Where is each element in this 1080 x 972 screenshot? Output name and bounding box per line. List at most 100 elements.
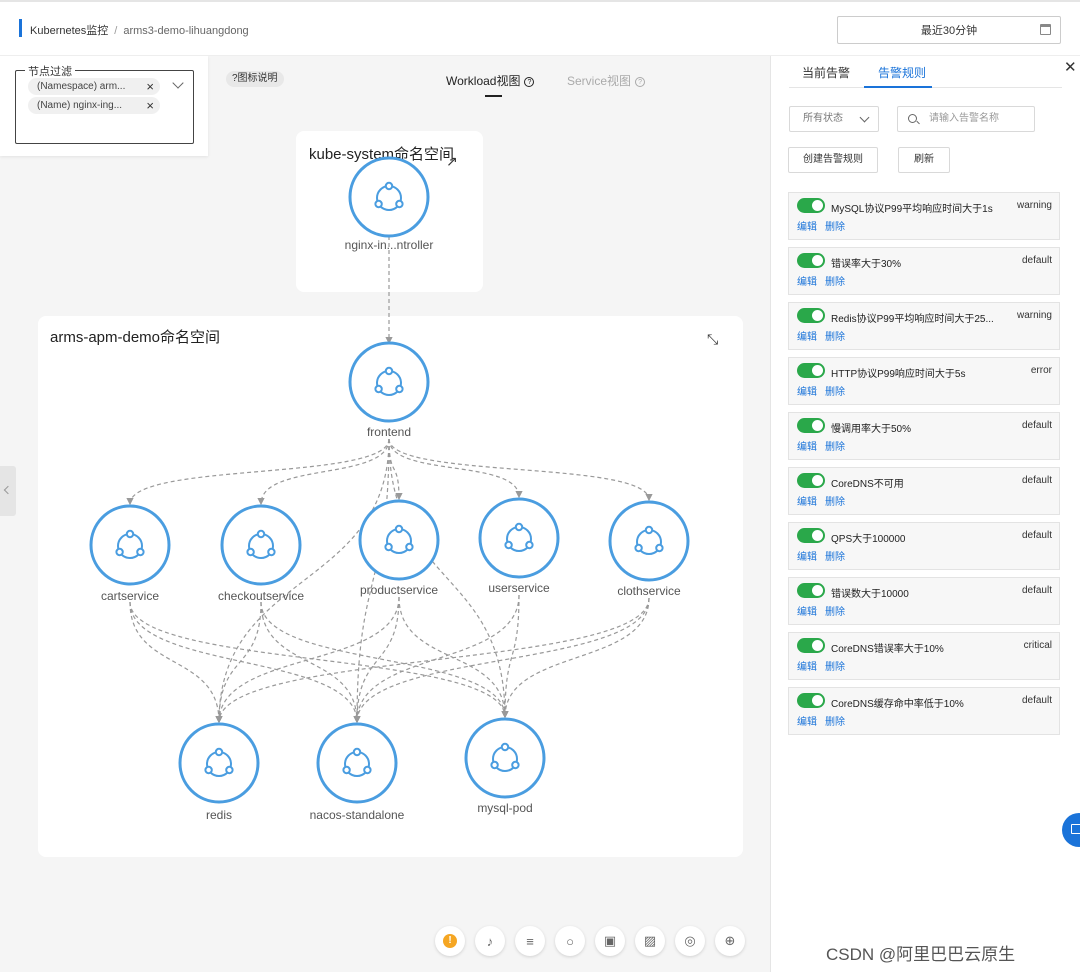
edit-link[interactable]: 编辑	[797, 328, 817, 343]
breadcrumb-separator: /	[114, 25, 118, 37]
delete-link[interactable]: 删除	[825, 273, 845, 288]
delete-link[interactable]: 删除	[825, 713, 845, 728]
node-mysql[interactable]: mysql-pod	[464, 717, 546, 815]
time-range-picker[interactable]: 最近30分钟	[837, 16, 1061, 44]
node-redis[interactable]: redis	[178, 722, 260, 822]
alert-icon[interactable]: !	[435, 926, 465, 956]
node-user[interactable]: userservice	[478, 497, 560, 595]
node-circle[interactable]	[608, 500, 690, 582]
edge-cloth-mysql	[501, 597, 650, 719]
rule-enable-toggle[interactable]	[797, 198, 825, 213]
edge-cart-redis	[129, 601, 223, 724]
edge-user-nacos	[353, 594, 520, 724]
edge-product-nacos	[353, 596, 400, 724]
delete-link[interactable]: 删除	[825, 218, 845, 233]
edge-user-mysql	[501, 594, 520, 719]
delete-link[interactable]: 删除	[825, 383, 845, 398]
edge-cart-mysql	[129, 601, 509, 719]
alert-search-input[interactable]: 请输入告警名称	[897, 106, 1035, 132]
node-label: redis	[206, 808, 232, 822]
node-circle[interactable]	[478, 497, 560, 579]
node-label: clothservice	[617, 584, 681, 598]
rule-name: QPS大于100000	[831, 534, 906, 545]
delete-link[interactable]: 删除	[825, 328, 845, 343]
rule-name: 错误率大于30%	[831, 259, 902, 270]
delete-link[interactable]: 删除	[825, 493, 845, 508]
node-label: checkoutservice	[218, 589, 304, 603]
node-nacos[interactable]: nacos-standalone	[310, 722, 405, 822]
delete-link[interactable]: 删除	[825, 658, 845, 673]
topology-canvas[interactable]: 节点过滤 (Namespace) arm... × (Name) nginx-in…	[0, 56, 770, 972]
export-icon[interactable]: ▨	[635, 926, 665, 956]
edit-link[interactable]: 编辑	[797, 273, 817, 288]
edit-link[interactable]: 编辑	[797, 548, 817, 563]
node-circle[interactable]	[220, 504, 302, 586]
compass-icon[interactable]: ◎	[675, 926, 705, 956]
edge-checkout-redis	[215, 601, 262, 724]
image-icon[interactable]: ▣	[595, 926, 625, 956]
rule-level: default	[1021, 695, 1052, 706]
node-circle[interactable]	[464, 717, 546, 799]
search-placeholder: 请输入告警名称	[929, 113, 999, 124]
alert-rule-item: 错误数大于10000 default 编辑 删除	[788, 577, 1060, 625]
rule-enable-toggle[interactable]	[797, 693, 825, 708]
node-product[interactable]: productservice	[358, 499, 440, 597]
edge-product-redis	[215, 596, 400, 724]
rule-enable-toggle[interactable]	[797, 583, 825, 598]
node-circle[interactable]	[348, 341, 430, 423]
topology-graph: nginx-in...ntroller frontend cartservice ch…	[89, 156, 690, 822]
edit-link[interactable]: 编辑	[797, 493, 817, 508]
alert-rule-item: Redis协议P99平均响应时间大于25... warning 编辑 删除	[788, 302, 1060, 350]
status-select[interactable]: 所有状态	[789, 106, 879, 132]
edit-link[interactable]: 编辑	[797, 713, 817, 728]
list-icon[interactable]: ≡	[515, 926, 545, 956]
tab-current-alerts[interactable]: 当前告警	[802, 64, 850, 81]
node-cloth[interactable]: clothservice	[608, 500, 690, 598]
rule-level: error	[1030, 365, 1052, 376]
delete-link[interactable]: 删除	[825, 548, 845, 563]
delete-link[interactable]: 删除	[825, 438, 845, 453]
alert-rule-item: MySQL协议P99平均响应时间大于1s warning 编辑 删除	[788, 192, 1060, 240]
edit-link[interactable]: 编辑	[797, 218, 817, 233]
node-cart[interactable]: cartservice	[89, 504, 171, 603]
rule-level: default	[1021, 475, 1052, 486]
node-circle[interactable]	[358, 499, 440, 581]
rule-enable-toggle[interactable]	[797, 473, 825, 488]
rule-enable-toggle[interactable]	[797, 253, 825, 268]
edge-frontend-checkout	[257, 438, 390, 506]
zoom-in-icon[interactable]: ⊕	[715, 926, 745, 956]
node-circle[interactable]	[316, 722, 398, 804]
tab-alert-rules[interactable]: 告警规则	[878, 64, 926, 81]
delete-link[interactable]: 删除	[825, 603, 845, 618]
search-icon[interactable]: ○	[555, 926, 585, 956]
edge-checkout-mysql	[260, 601, 509, 719]
time-range-value: 最近30分钟	[920, 25, 978, 37]
node-nginx[interactable]: nginx-in...ntroller	[345, 156, 434, 252]
edit-link[interactable]: 编辑	[797, 383, 817, 398]
node-circle[interactable]	[178, 722, 260, 804]
edge-frontend-cart	[126, 438, 390, 506]
edit-link[interactable]: 编辑	[797, 438, 817, 453]
rule-enable-toggle[interactable]	[797, 363, 825, 378]
node-circle[interactable]	[89, 504, 171, 586]
edit-link[interactable]: 编辑	[797, 603, 817, 618]
rule-name: Redis协议P99平均响应时间大于25...	[831, 314, 994, 325]
bell-icon[interactable]: ♪	[475, 926, 505, 956]
node-label: nginx-in...ntroller	[345, 238, 434, 252]
rule-enable-toggle[interactable]	[797, 308, 825, 323]
node-circle[interactable]	[348, 156, 430, 238]
create-rule-button[interactable]: 创建告警规则	[788, 147, 878, 173]
node-frontend[interactable]: frontend	[348, 341, 430, 439]
rule-enable-toggle[interactable]	[797, 638, 825, 653]
refresh-button[interactable]: 刷新	[898, 147, 950, 173]
rule-enable-toggle[interactable]	[797, 528, 825, 543]
edit-link[interactable]: 编辑	[797, 658, 817, 673]
alert-rule-item: CoreDNS缓存命中率低于10% default 编辑 删除	[788, 687, 1060, 735]
node-label: mysql-pod	[477, 801, 532, 815]
breadcrumb-title[interactable]: Kubernetes监控	[30, 25, 108, 37]
rule-name: 错误数大于10000	[831, 589, 909, 600]
node-checkout[interactable]: checkoutservice	[218, 504, 304, 603]
edge-frontend-cloth	[388, 438, 653, 502]
rule-enable-toggle[interactable]	[797, 418, 825, 433]
close-icon[interactable]: ✕	[1064, 58, 1077, 76]
